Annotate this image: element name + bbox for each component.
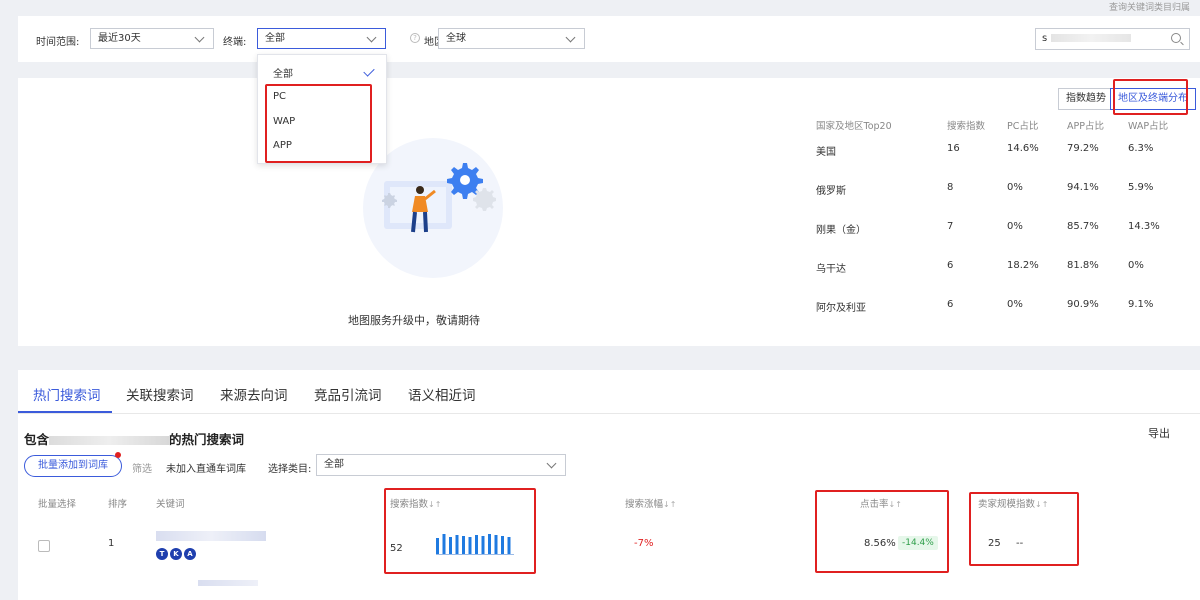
region-index: 7 bbox=[947, 221, 954, 232]
tab-related-search[interactable]: 关联搜索词 bbox=[126, 384, 194, 404]
region-wap: 6.3% bbox=[1128, 143, 1154, 154]
col-header-search-growth-text: 搜索涨幅 bbox=[625, 499, 664, 510]
section-title: 包含 的热门搜索词 bbox=[24, 429, 244, 448]
region-pc: 18.2% bbox=[1007, 260, 1039, 271]
tab-competitor-traffic[interactable]: 竞品引流词 bbox=[314, 384, 382, 404]
notification-dot bbox=[115, 452, 121, 458]
region-index: 6 bbox=[947, 260, 954, 271]
filter-bar: 时间范围: 最近30天 终端: 全部 ? 地区: 全球 s bbox=[18, 16, 1200, 62]
category-label: 选择类目: bbox=[268, 464, 312, 475]
tab-source-destination[interactable]: 来源去向词 bbox=[220, 384, 288, 404]
category-value: 全部 bbox=[324, 459, 344, 470]
search-value: s bbox=[1042, 33, 1048, 44]
keyword-link-blur[interactable] bbox=[156, 531, 266, 541]
time-range-select[interactable]: 最近30天 bbox=[90, 28, 214, 49]
region-index: 16 bbox=[947, 143, 960, 154]
col-header-app-share: APP占比 bbox=[1067, 121, 1104, 132]
region-name: 阿尔及利亚 bbox=[816, 303, 866, 314]
category-select[interactable]: 全部 bbox=[316, 454, 566, 476]
keyword-subtext-blur bbox=[198, 580, 258, 586]
region-name: 刚果（金） bbox=[816, 225, 866, 236]
region-value: 全球 bbox=[446, 33, 466, 44]
region-pc: 14.6% bbox=[1007, 143, 1039, 154]
col-header-search-index: 搜索指数 bbox=[947, 121, 986, 132]
keyword-tabs: 热门搜索词 关联搜索词 来源去向词 竞品引流词 语义相近词 bbox=[18, 370, 1200, 414]
chevron-down-icon bbox=[565, 32, 576, 43]
dropdown-option-all[interactable]: 全部 bbox=[273, 65, 293, 80]
terminal-value: 全部 bbox=[265, 33, 285, 44]
region-wap: 0% bbox=[1128, 260, 1144, 271]
keyword-blur bbox=[49, 436, 170, 445]
search-growth-value: -7% bbox=[634, 538, 654, 549]
terminal-select[interactable]: 全部 bbox=[257, 28, 386, 49]
chevron-down-icon bbox=[546, 458, 557, 469]
region-name: 乌干达 bbox=[816, 264, 846, 275]
tag-k-icon: K bbox=[170, 548, 182, 560]
batch-add-button[interactable]: 批量添加到词库 bbox=[24, 455, 122, 477]
time-range-value: 最近30天 bbox=[98, 33, 141, 44]
region-index: 6 bbox=[947, 299, 954, 310]
check-icon bbox=[363, 65, 375, 77]
tab-hot-search[interactable]: 热门搜索词 bbox=[33, 384, 101, 404]
col-header-search-growth[interactable]: 搜索涨幅↓↑ bbox=[625, 496, 676, 510]
region-app: 85.7% bbox=[1067, 221, 1099, 232]
search-text-blur bbox=[1051, 34, 1132, 42]
row-rank: 1 bbox=[108, 538, 115, 549]
region-name: 俄罗斯 bbox=[816, 186, 846, 197]
region-pc: 0% bbox=[1007, 221, 1023, 232]
region-wap: 9.1% bbox=[1128, 299, 1154, 310]
region-wap: 14.3% bbox=[1128, 221, 1160, 232]
time-range-label: 时间范围: bbox=[36, 37, 80, 48]
tag-a-icon: A bbox=[184, 548, 196, 560]
section-title-prefix: 包含 bbox=[24, 432, 50, 447]
region-select[interactable]: 全球 bbox=[438, 28, 585, 49]
col-header-batch-select: 批量选择 bbox=[38, 499, 77, 510]
region-app: 94.1% bbox=[1067, 182, 1099, 193]
not-added-filter[interactable]: 未加入直通车词库 bbox=[166, 460, 246, 475]
highlight-box-terminal-options bbox=[265, 84, 372, 163]
sort-icon[interactable]: ↓↑ bbox=[663, 500, 676, 509]
section-title-suffix: 的热门搜索词 bbox=[169, 432, 245, 447]
map-panel: 地图服务升级中，敬请期待 指数趋势 地区及终端分布 国家及地区Top20 搜索指… bbox=[18, 78, 1200, 346]
map-upgrade-message: 地图服务升级中，敬请期待 bbox=[348, 314, 480, 327]
region-pc: 0% bbox=[1007, 299, 1023, 310]
terminal-label: 终端: bbox=[223, 37, 247, 48]
col-header-wap-share: WAP占比 bbox=[1128, 121, 1169, 132]
col-header-region: 国家及地区Top20 bbox=[816, 121, 892, 132]
search-icon[interactable] bbox=[1171, 33, 1181, 43]
category-lookup-link[interactable]: 查询关键词类目归属 bbox=[1109, 0, 1190, 13]
export-button[interactable]: 导出 bbox=[1148, 425, 1170, 441]
tab-semantic-similar[interactable]: 语义相近词 bbox=[408, 384, 476, 404]
highlight-box-seller-index bbox=[969, 492, 1079, 566]
highlight-box-ctr bbox=[815, 490, 949, 573]
index-trend-button[interactable]: 指数趋势 bbox=[1058, 88, 1114, 110]
region-app: 79.2% bbox=[1067, 143, 1099, 154]
search-input[interactable]: s bbox=[1035, 28, 1190, 50]
tag-t-icon: T bbox=[156, 548, 168, 560]
region-name: 美国 bbox=[816, 147, 836, 158]
region-wap: 5.9% bbox=[1128, 182, 1154, 193]
active-tab-underline bbox=[18, 411, 112, 413]
help-icon[interactable]: ? bbox=[410, 33, 420, 43]
chevron-down-icon bbox=[366, 32, 377, 43]
col-header-pc-share: PC占比 bbox=[1007, 121, 1039, 132]
region-pc: 0% bbox=[1007, 182, 1023, 193]
highlight-box-distribution-button bbox=[1113, 79, 1188, 115]
filter-label: 筛选 bbox=[132, 464, 152, 475]
row-checkbox[interactable] bbox=[38, 540, 50, 552]
col-header-keyword: 关键词 bbox=[156, 499, 185, 510]
col-header-rank: 排序 bbox=[108, 499, 128, 510]
region-app: 81.8% bbox=[1067, 260, 1099, 271]
region-index: 8 bbox=[947, 182, 954, 193]
chevron-down-icon bbox=[194, 32, 205, 43]
region-app: 90.9% bbox=[1067, 299, 1099, 310]
highlight-box-search-index bbox=[384, 488, 536, 574]
